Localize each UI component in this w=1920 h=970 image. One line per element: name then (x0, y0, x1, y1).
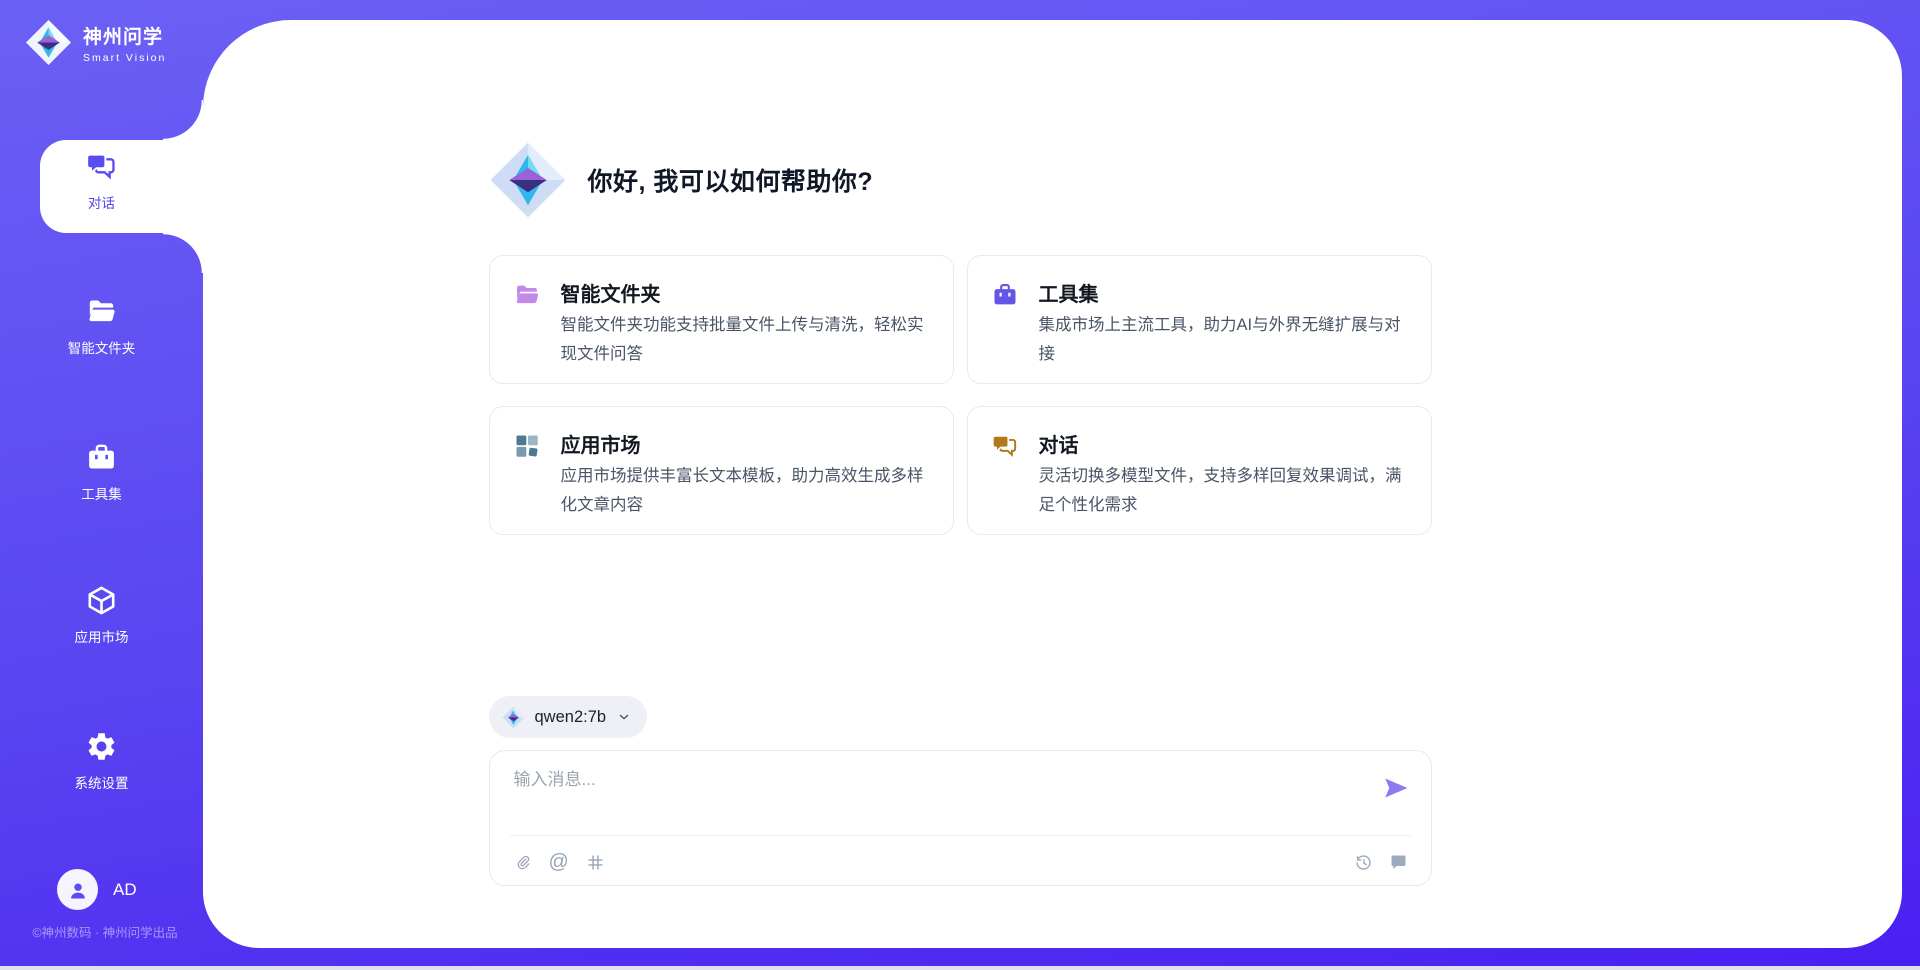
card-title: 对话 (1039, 429, 1079, 458)
user-account[interactable]: AD (57, 869, 137, 910)
card-description: 集成市场上主流工具，助力AI与外界无缝扩展与对接 (1039, 311, 1407, 369)
greeting-text: 你好, 我可以如何帮助你? (588, 162, 874, 198)
copyright-footer: ©神州数码 · 神州问学出品 (0, 922, 210, 941)
sidebar-item-label: 应用市场 (75, 626, 129, 646)
user-name: AD (113, 880, 137, 900)
card-description: 智能文件夹功能支持批量文件上传与清洗，轻松实现文件问答 (561, 311, 929, 369)
message-input[interactable] (512, 763, 1342, 825)
sidebar-item-label: 工具集 (81, 483, 122, 503)
card-title: 工具集 (1039, 278, 1099, 307)
gear-icon (85, 730, 118, 763)
send-icon[interactable] (1381, 773, 1411, 803)
card-title: 应用市场 (561, 429, 641, 458)
avatar (57, 869, 98, 910)
main-content: 你好, 我可以如何帮助你? 智能文件夹 智能文件夹功能支持批量文件上传与清洗，轻… (489, 0, 1432, 970)
sidebar-item-chat[interactable]: 对话 (0, 150, 203, 212)
folder-icon (513, 281, 541, 309)
composer-tools-right (1353, 852, 1409, 873)
sidebar-item-smart-folder[interactable]: 智能文件夹 (0, 295, 203, 357)
assistant-logo-icon (489, 141, 567, 219)
card-toolbox[interactable]: 工具集 集成市场上主流工具，助力AI与外界无缝扩展与对接 (967, 255, 1432, 384)
model-logo-icon (502, 706, 525, 729)
hash-icon[interactable] (585, 852, 606, 873)
brand-logo-icon (25, 19, 72, 66)
card-smart-folder[interactable]: 智能文件夹 智能文件夹功能支持批量文件上传与清洗，轻松实现文件问答 (489, 255, 954, 384)
mention-icon[interactable]: @ (549, 852, 569, 873)
card-chat[interactable]: 对话 灵活切换多模型文件，支持多样回复效果调试，满足个性化需求 (967, 406, 1432, 535)
sidebar-item-app-market[interactable]: 应用市场 (0, 584, 203, 646)
grid-icon (513, 432, 541, 460)
toolbox-icon (991, 281, 1019, 309)
brand: 神州问学 Smart Vision (25, 19, 166, 66)
chevron-down-icon (616, 709, 632, 725)
chat-bubble-icon[interactable] (1388, 852, 1409, 873)
chat-bubbles-icon (991, 432, 1019, 460)
sidebar-item-label: 智能文件夹 (68, 337, 136, 357)
composer-divider (510, 835, 1411, 836)
card-description: 灵活切换多模型文件，支持多样回复效果调试，满足个性化需求 (1039, 462, 1407, 520)
folder-icon (85, 295, 118, 328)
model-selector[interactable]: qwen2:7b (489, 696, 648, 738)
sidebar-item-label: 系统设置 (75, 772, 129, 792)
history-icon[interactable] (1353, 852, 1374, 873)
brand-name: 神州问学 (83, 22, 166, 49)
feature-cards: 智能文件夹 智能文件夹功能支持批量文件上传与清洗，轻松实现文件问答 工具集 集成… (489, 255, 1432, 535)
toolbox-icon (85, 441, 118, 474)
chat-bubbles-icon (85, 150, 118, 183)
model-name: qwen2:7b (535, 708, 607, 727)
app-window: 神州问学 Smart Vision 对话 智能文件夹 工具集 (0, 0, 1920, 970)
greeting-block: 你好, 我可以如何帮助你? (489, 141, 874, 219)
card-title: 智能文件夹 (561, 278, 661, 307)
message-composer: @ (489, 750, 1432, 886)
tab-fillet-bottom (163, 233, 203, 273)
screen-bottom-edge (0, 966, 1920, 970)
sidebar-item-label: 对话 (88, 192, 115, 212)
person-icon (66, 878, 90, 902)
tab-fillet-top (163, 100, 203, 140)
card-description: 应用市场提供丰富长文本模板，助力高效生成多样化文章内容 (561, 462, 929, 520)
card-app-market[interactable]: 应用市场 应用市场提供丰富长文本模板，助力高效生成多样化文章内容 (489, 406, 954, 535)
cube-icon (85, 584, 118, 617)
paperclip-icon[interactable] (512, 852, 533, 873)
composer-tools-left: @ (512, 852, 606, 873)
sidebar-item-toolbox[interactable]: 工具集 (0, 441, 203, 503)
sidebar-item-settings[interactable]: 系统设置 (0, 730, 203, 792)
brand-subtitle: Smart Vision (83, 52, 166, 64)
